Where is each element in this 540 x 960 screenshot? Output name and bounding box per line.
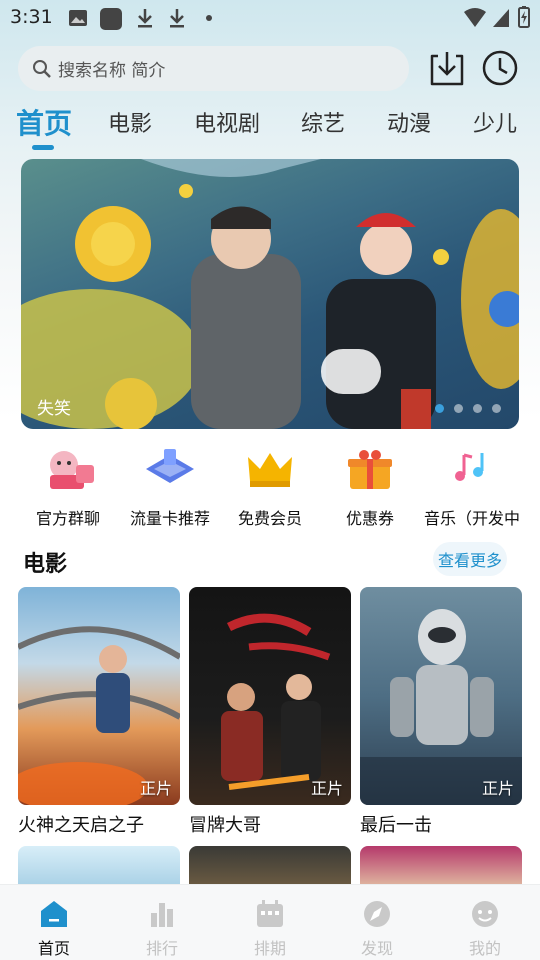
calendar-icon (257, 900, 283, 927)
profile-face-icon (472, 901, 498, 927)
tab-movies[interactable]: 电影 (108, 106, 152, 138)
movie-badge: 正片 (139, 779, 172, 798)
banner-carousel[interactable]: 失笑 (21, 159, 519, 429)
carousel-dot[interactable] (454, 404, 463, 413)
carousel-dot-active[interactable] (435, 404, 444, 413)
movie-card-partial[interactable] (360, 846, 522, 886)
wifi-icon (464, 8, 486, 27)
quick-item-label: 音乐（开发中 (423, 509, 520, 528)
search-placeholder: 搜索名称 简介 (58, 61, 166, 81)
carousel-dot[interactable] (473, 404, 482, 413)
tab-variety[interactable]: 综艺 (301, 106, 345, 138)
movie-poster: 正片 (18, 587, 180, 805)
movie-title: 冒牌大哥 (189, 815, 261, 836)
quick-menu: 官方群聊 流量卡推荐 免费会员 优惠券 音乐（开发中 (0, 445, 540, 528)
status-bar: 3:31 (0, 0, 540, 36)
carousel-dots (435, 404, 501, 413)
quick-item-coupon[interactable]: 优惠券 (315, 445, 425, 529)
movie-card[interactable]: 正片 冒牌大哥 (189, 587, 351, 837)
nav-label: 我的 (468, 939, 501, 958)
search-icon (33, 59, 51, 78)
poster-art (360, 609, 522, 805)
data-card-icon (146, 449, 194, 483)
quick-item-music[interactable]: 音乐（开发中 (417, 445, 527, 529)
tab-indicator (32, 145, 54, 150)
music-note-icon (455, 453, 484, 481)
movie-badge: 正片 (481, 779, 514, 798)
nav-discover[interactable]: 发现 (347, 899, 407, 959)
more-dot-icon (206, 15, 212, 21)
banner-image (21, 159, 519, 429)
tab-tv-series[interactable]: 电视剧 (194, 106, 260, 138)
nav-label: 排期 (253, 939, 286, 958)
search-input[interactable]: 搜索名称 简介 (18, 46, 409, 91)
movie-title: 火神之天启之子 (18, 815, 144, 836)
download-icon (138, 9, 152, 28)
poster-art (221, 613, 331, 790)
banner-title: 失笑 (37, 399, 71, 419)
nav-ranking[interactable]: 排行 (132, 899, 192, 959)
gift-icon (348, 450, 392, 489)
poster-art (18, 626, 180, 805)
nav-profile[interactable]: 我的 (455, 899, 515, 959)
history-clock-icon[interactable] (480, 48, 520, 88)
quick-item-label: 免费会员 (237, 509, 302, 528)
download-manager-icon[interactable] (428, 48, 466, 88)
bottom-navigation: 首页 排行 排期 发现 我的 (0, 884, 540, 960)
quick-item-label: 官方群聊 (35, 509, 100, 528)
tab-kids[interactable]: 少儿 (473, 106, 517, 138)
category-tabs: 首页 电影 电视剧 综艺 动漫 少儿 (0, 100, 540, 152)
nav-schedule[interactable]: 排期 (240, 899, 300, 959)
discover-compass-icon (364, 901, 390, 927)
movie-poster: 正片 (189, 587, 351, 805)
movie-title: 最后一击 (360, 815, 432, 836)
crown-icon (248, 453, 292, 487)
download-icon (170, 9, 184, 28)
ranking-bar-icon (151, 903, 173, 927)
quick-item-free-vip[interactable]: 免费会员 (215, 445, 325, 529)
status-time: 3:31 (10, 6, 53, 28)
movie-card[interactable]: 正片 火神之天启之子 (18, 587, 180, 837)
quick-item-label: 优惠券 (345, 509, 394, 528)
quick-item-label: 流量卡推荐 (129, 509, 210, 528)
nav-label: 排行 (145, 939, 178, 958)
movie-poster: 正片 (360, 587, 522, 805)
battery-icon (518, 6, 530, 28)
group-chat-icon (50, 451, 94, 489)
quick-item-data-card[interactable]: 流量卡推荐 (115, 445, 225, 529)
image-icon (69, 10, 87, 26)
quick-item-official-group[interactable]: 官方群聊 (13, 445, 123, 529)
tab-anime[interactable]: 动漫 (387, 106, 431, 138)
section-title-movies: 电影 (23, 552, 68, 577)
movie-card-partial[interactable] (18, 846, 180, 886)
movie-card[interactable]: 正片 最后一击 (360, 587, 522, 837)
signal-icon (493, 9, 509, 27)
view-more-button[interactable]: 查看更多 (433, 542, 507, 576)
carousel-dot[interactable] (492, 404, 501, 413)
nav-label: 首页 (37, 939, 70, 958)
home-icon (41, 901, 67, 927)
app-notification-icon (100, 8, 122, 30)
tab-home[interactable]: 首页 (16, 102, 72, 142)
movie-card-partial[interactable] (189, 846, 351, 886)
nav-home[interactable]: 首页 (24, 899, 84, 959)
movie-badge: 正片 (310, 779, 343, 798)
nav-label: 发现 (360, 939, 393, 958)
